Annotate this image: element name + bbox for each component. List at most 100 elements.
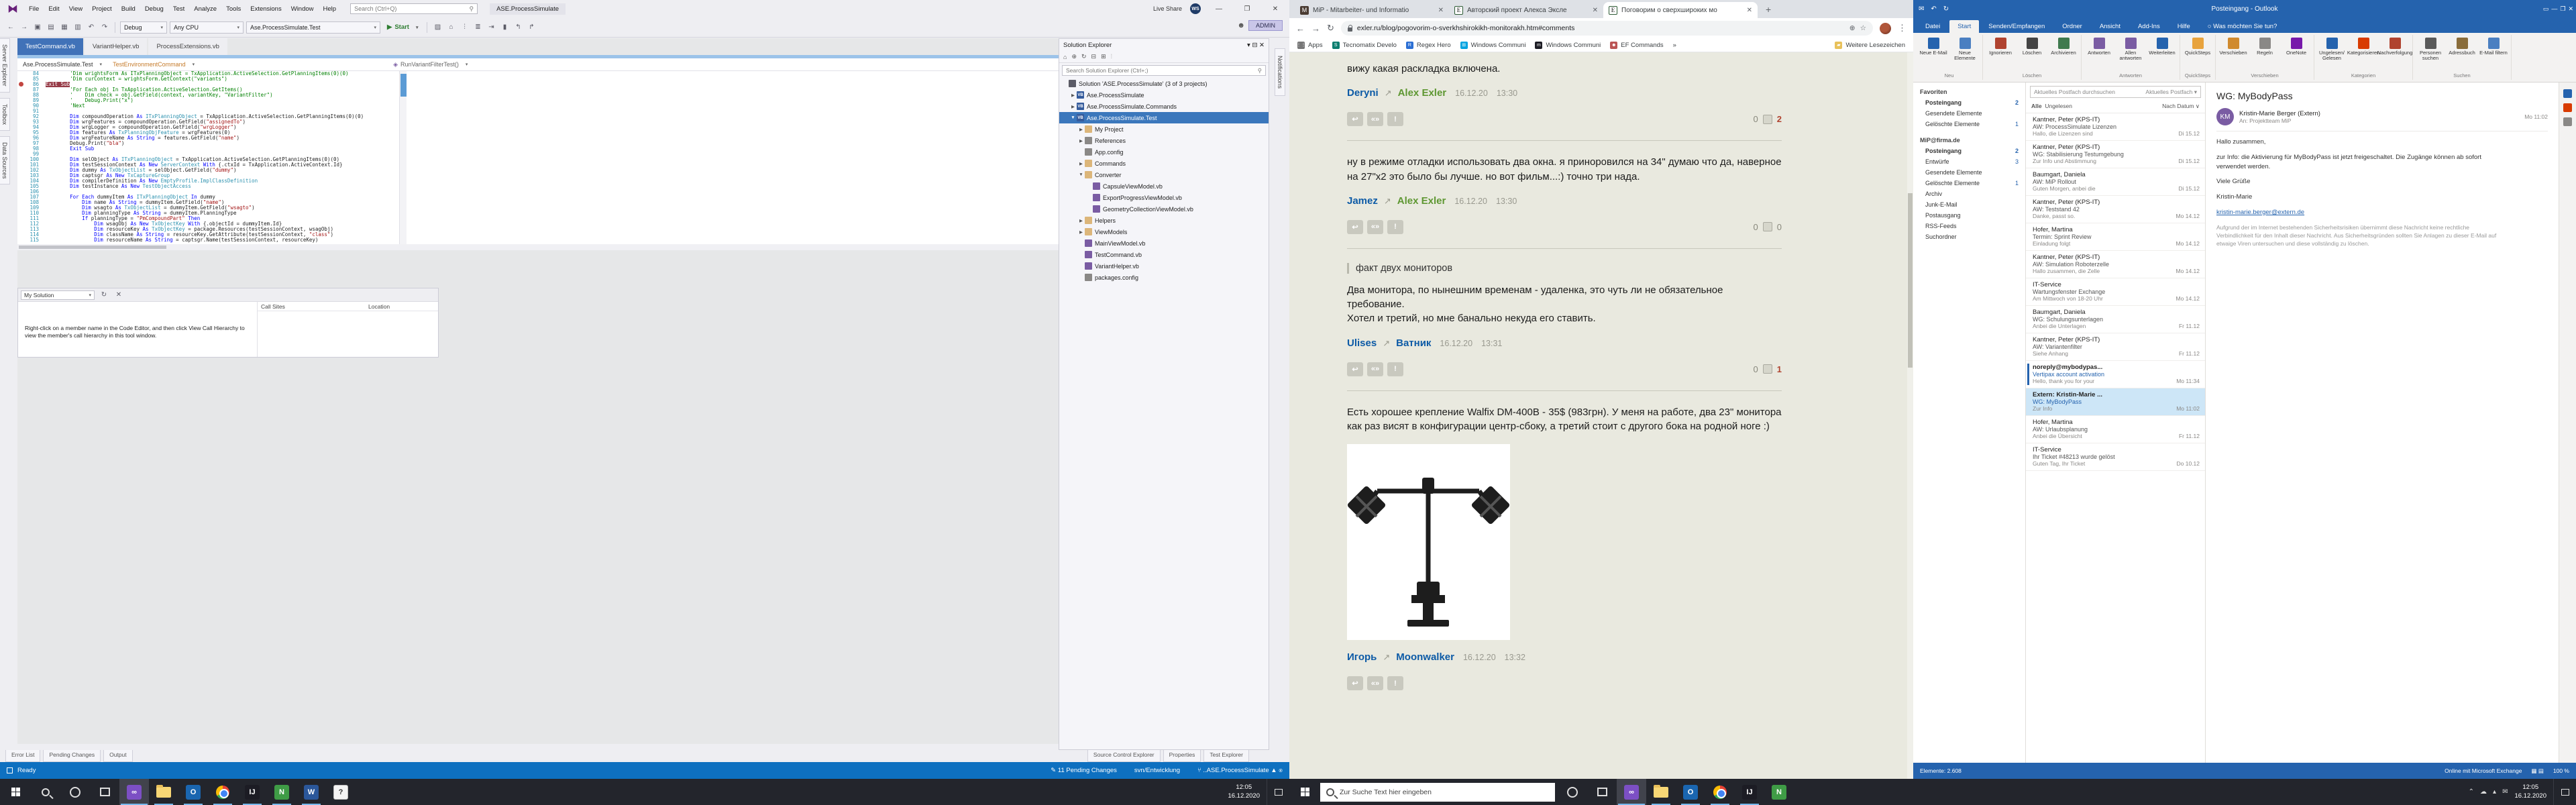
breakpoint-margin[interactable] [17,232,25,237]
folder-item[interactable]: Archiv [1913,189,2025,199]
breakpoint-margin[interactable] [17,87,25,93]
mail-list-item[interactable]: Kantner, Peter (KPS-IT)AW: Variantenfilt… [2026,333,2205,361]
tree-item[interactable]: CapsuleViewModel.vb [1059,180,1269,192]
breakpoint-margin[interactable] [17,189,25,195]
taskbar-app-help-file[interactable]: ? [326,779,356,805]
pending-changes-status[interactable]: ✎ 11 Pending Changes [1051,767,1117,774]
tree-item[interactable]: ▶References [1059,135,1269,146]
maximize-button[interactable]: ❐ [1237,1,1257,16]
browser-tab[interactable]: MMiP - Mitarbeiter- und Informatio✕ [1295,2,1449,18]
tree-item[interactable]: ▶Commands [1059,158,1269,169]
mail-list-item[interactable]: Kantner, Peter (KPS-IT)AW: Teststand 42D… [2026,196,2205,223]
tray-icon-2[interactable]: ▴ [2493,788,2496,797]
menu-edit[interactable]: Edit [44,3,64,15]
breadcrumb-project[interactable]: Ase.ProcessSimulate.Test▾ [17,61,107,68]
taskbar-clock[interactable]: 12:0516.12.2020 [1221,784,1267,801]
tree-item[interactable]: ▶ViewModels [1059,226,1269,237]
editor-horizontal-scrollbar[interactable] [17,244,1059,250]
tab-close-icon[interactable]: ✕ [1593,7,1598,14]
code-line[interactable]: 97 Debug.Print("bla") [17,141,1059,146]
taskbar-app-chrome[interactable] [208,779,237,805]
ribbon-tab-ansicht[interactable]: Ansicht [2092,20,2129,33]
bookmarks-overflow-icon[interactable]: » [1673,42,1676,49]
ribbon-button[interactable]: Nachverfolgung [2380,36,2410,56]
mail-list-item[interactable]: Hofer, MartinaAW: UrlaubsplanungAnbei di… [2026,416,2205,443]
comment-recipient[interactable]: Alex Exler [1397,195,1446,207]
taskbar-app-intellij[interactable]: IJ [237,779,267,805]
breakpoint-margin[interactable] [17,130,25,136]
breakpoint-margin[interactable] [17,103,25,109]
toolbar-icon-1[interactable]: → [19,22,30,33]
autohide-tab-test-explorer[interactable]: Test Explorer [1203,750,1249,762]
toolbar-icon-r0[interactable]: ▨ [432,22,443,33]
tree-item[interactable]: ▶VBAse.ProcessSimulate.Commands [1059,101,1269,112]
code-line[interactable]: 90 'Next [17,103,1059,109]
comment-author[interactable]: Ulises [1347,337,1377,349]
other-bookmarks-button[interactable]: ▰Weitere Lesezeichen [1835,42,1905,49]
ribbon-button[interactable]: Neue Elemente [1950,36,1980,62]
taskbar-app-outlook[interactable]: O [1676,779,1705,805]
reply-button[interactable]: ↩ [1347,220,1363,234]
ribbon-tab-start[interactable]: Start [1949,20,1979,33]
toolbar-icon-4[interactable]: ▦ [59,22,70,33]
breakpoint-margin[interactable] [17,200,25,205]
menu-debug[interactable]: Debug [140,3,168,15]
account-header[interactable]: MiP@firma.de [1913,135,2025,146]
report-button[interactable]: ! [1387,220,1403,234]
window-button-3[interactable]: ✕ [2568,5,2573,13]
start-button[interactable] [1289,779,1320,805]
comment-author[interactable]: Jamez [1347,195,1378,207]
call-sites-column-header[interactable]: Call Sites [257,302,364,311]
ribbon-button[interactable]: Verschieben [2218,36,2248,56]
toolbar-icon-r7[interactable]: ↱ [526,22,537,33]
tab-close-icon[interactable]: ✕ [1438,7,1444,14]
folder-item[interactable]: Junk-E-Mail [1913,199,2025,210]
bookmark-2[interactable]: RRegex Hero [1406,42,1451,49]
code-line[interactable]: 88 ' Dim check = obj.GetField(context, v… [17,93,1059,98]
toolbar-icon-r6[interactable]: ↰ [513,22,523,33]
live-share-button[interactable]: Live Share [1153,5,1182,12]
breakpoint-margin[interactable] [17,114,25,119]
repo-status[interactable]: ⑂ ..ASE.ProcessSimulate ▲ ◉ [1197,767,1283,774]
ribbon-button[interactable]: Löschen [2017,36,2047,56]
back-icon[interactable]: ← [1296,23,1305,34]
zoom-level[interactable]: 100 % [2553,767,2569,774]
breakpoint-margin[interactable] [17,173,25,178]
folder-item[interactable]: Gesendete Elemente [1913,108,2025,119]
taskbar-clock[interactable]: 12:0516.12.2020 [2514,784,2546,801]
startup-project-dropdown[interactable]: Ase.ProcessSimulate.Test▾ [246,21,380,34]
task-view-button[interactable] [90,779,119,805]
breakpoint-margin[interactable] [17,93,25,98]
menu-test[interactable]: Test [168,3,189,15]
new-tab-button[interactable]: + [1758,4,1779,15]
code-editor[interactable]: 84 'Dim wrightsForm As ITxPlanningObject… [17,71,1059,244]
ribbon-button[interactable]: Antworten [2084,36,2114,56]
cortana-button[interactable] [1558,779,1587,805]
filter-unread[interactable]: Ungelesen [2045,103,2072,109]
autohide-tab-output[interactable]: Output [103,750,133,762]
folder-item[interactable]: Gelöschte Elemente1 [1913,178,2025,189]
menu-build[interactable]: Build [117,3,140,15]
tree-expander[interactable]: ▼ [1070,115,1076,120]
sidebar-tab-toolbox[interactable]: Toolbox [0,98,10,131]
breakpoint-margin[interactable] [17,162,25,168]
code-line[interactable]: 85 'Dim curContext = wrightsForm.GetCont… [17,76,1059,82]
breakpoint-margin[interactable] [17,119,25,125]
taskbar-app-file-explorer[interactable] [149,779,178,805]
quote-button[interactable]: «» [1367,676,1383,690]
report-button[interactable]: ! [1387,112,1403,126]
breakpoint-icon[interactable] [17,82,25,87]
browser-tab[interactable]: EАвторский проект Алекса Эксле✕ [1449,2,1603,18]
window-button-0[interactable]: ▭ [2543,5,2549,13]
tab-close-icon[interactable]: ✕ [1747,7,1752,14]
autohide-tab-source-control-explorer[interactable]: Source Control Explorer [1087,750,1161,762]
refresh-icon[interactable]: ↻ [99,290,109,301]
folder-item[interactable]: Gelöschte Elemente1 [1913,119,2025,129]
taskbar-search-input[interactable]: Zur Suche Text hier eingeben [1320,783,1555,802]
code-line[interactable]: 89 ' Debug.Print("x") [17,98,1059,103]
toolbar-icon-7[interactable]: ↷ [99,22,110,33]
comment-votes[interactable]: 00 [1754,222,1782,232]
tree-expander[interactable]: ▶ [1078,229,1084,235]
tree-item[interactable]: ▶VBAse.ProcessSimulate [1059,89,1269,101]
autohide-tab-pending-changes[interactable]: Pending Changes [43,750,101,762]
